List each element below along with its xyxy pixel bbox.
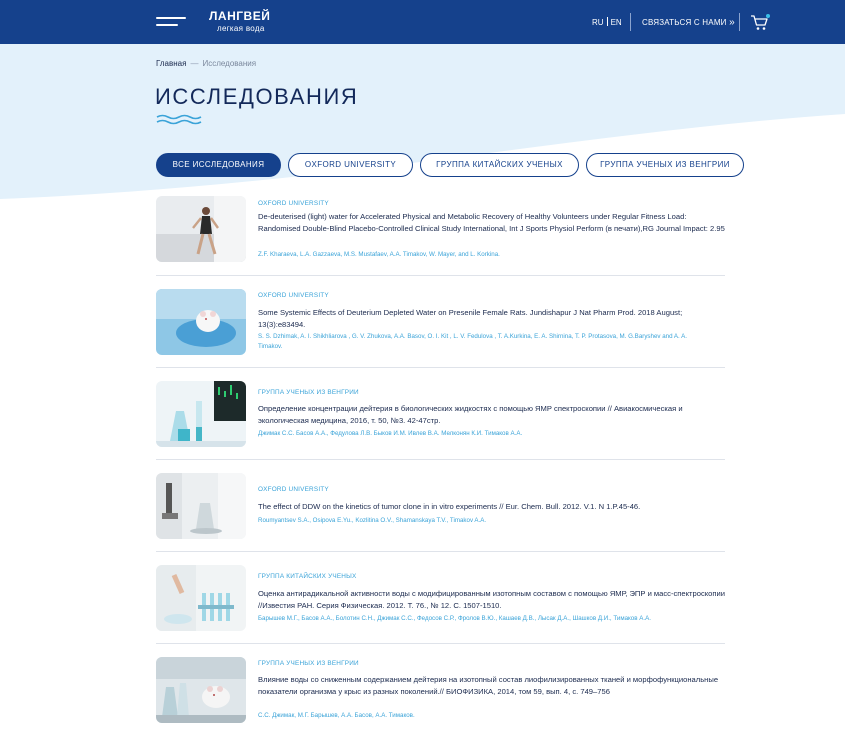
contact-us-link[interactable]: СВЯЗАТЬСЯ С НАМИ » bbox=[642, 17, 735, 28]
menu-icon[interactable] bbox=[156, 15, 186, 29]
header-divider bbox=[630, 13, 631, 31]
breadcrumb-home-link[interactable]: Главная bbox=[156, 59, 186, 68]
breadcrumb-current: Исследования bbox=[202, 59, 257, 68]
logo-tagline: легкая вода bbox=[217, 24, 265, 33]
study-authors: Roumyantsev S.A., Osipova E.Yu., Kozliti… bbox=[258, 517, 487, 524]
study-authors: Джимак С.С. Басов А.А., Федулова Л.В. Бы… bbox=[258, 430, 523, 437]
study-thumbnail bbox=[156, 657, 246, 723]
divider bbox=[156, 643, 725, 644]
study-title[interactable]: De-deuterised (light) water for Accelera… bbox=[258, 211, 725, 234]
divider bbox=[156, 459, 725, 460]
site-logo[interactable]: ЛАНГВЕЙ легкая вода bbox=[209, 10, 270, 33]
cart-icon[interactable] bbox=[750, 14, 770, 32]
study-title[interactable]: Влияние воды со сниженным содержанием де… bbox=[258, 674, 725, 697]
double-chevron-right-icon: » bbox=[729, 17, 735, 28]
study-authors: С.С. Джимак, М.Г. Барышев, А.А. Басов, А… bbox=[258, 712, 415, 719]
logo-name: ЛАНГВЕЙ bbox=[209, 9, 271, 23]
study-thumbnail bbox=[156, 289, 246, 355]
study-thumbnail bbox=[156, 196, 246, 262]
lang-ru-link[interactable]: RU bbox=[592, 18, 604, 27]
study-thumbnail bbox=[156, 473, 246, 539]
study-authors: S. S. Dzhimak, A. I. Shikhliarova , G. V… bbox=[258, 333, 687, 350]
filter-all-studies[interactable]: ВСЕ ИССЛЕДОВАНИЯ bbox=[156, 153, 281, 177]
study-source-tag[interactable]: ГРУППА КИТАЙСКИХ УЧЕНЫХ bbox=[258, 573, 356, 580]
page-title: ИССЛЕДОВАНИЯ bbox=[155, 84, 359, 109]
study-title[interactable]: Оценка антирадикальной активности воды с… bbox=[258, 588, 725, 611]
breadcrumb: Главная — Исследования bbox=[156, 59, 256, 68]
divider bbox=[156, 551, 725, 552]
breadcrumb-separator: — bbox=[190, 59, 199, 68]
divider bbox=[156, 275, 725, 276]
study-title[interactable]: The effect of DDW on the kinetics of tum… bbox=[258, 501, 725, 513]
waves-icon bbox=[156, 114, 202, 125]
study-source-tag[interactable]: ГРУППА УЧЕНЫХ ИЗ ВЕНГРИИ bbox=[258, 660, 359, 667]
site-header: ЛАНГВЕЙ легкая вода RU EN СВЯЗАТЬСЯ С НАМ… bbox=[0, 0, 845, 44]
study-authors: Z.F. Kharaeva, L.A. Gazzaeva, M.S. Musta… bbox=[258, 251, 500, 258]
study-title[interactable]: Определение концентрации дейтерия в биол… bbox=[258, 403, 725, 426]
filter-hungarian-scientists[interactable]: ГРУППА УЧЕНЫХ ИЗ ВЕНГРИИ bbox=[586, 153, 744, 177]
study-authors: Барышев М.Г., Басов А.А., Болотин С.Н., … bbox=[258, 615, 651, 622]
study-source-tag[interactable]: OXFORD UNIVERSITY bbox=[258, 486, 329, 493]
header-divider bbox=[739, 13, 740, 31]
study-thumbnail bbox=[156, 565, 246, 631]
divider bbox=[156, 367, 725, 368]
language-switcher: RU EN bbox=[592, 17, 622, 27]
filter-oxford-university[interactable]: OXFORD UNIVERSITY bbox=[288, 153, 413, 177]
study-source-tag[interactable]: ГРУППА УЧЕНЫХ ИЗ ВЕНГРИИ bbox=[258, 389, 359, 396]
study-source-tag[interactable]: OXFORD UNIVERSITY bbox=[258, 292, 329, 299]
hero-background bbox=[0, 44, 845, 199]
study-title[interactable]: Some Systemic Effects of Deuterium Deple… bbox=[258, 307, 725, 330]
study-thumbnail bbox=[156, 381, 246, 447]
lang-en-link[interactable]: EN bbox=[611, 18, 622, 27]
filter-chinese-scientists[interactable]: ГРУППА КИТАЙСКИХ УЧЕНЫХ bbox=[420, 153, 579, 177]
study-source-tag[interactable]: OXFORD UNIVERSITY bbox=[258, 200, 329, 207]
contact-label: СВЯЗАТЬСЯ С НАМИ bbox=[642, 18, 727, 27]
